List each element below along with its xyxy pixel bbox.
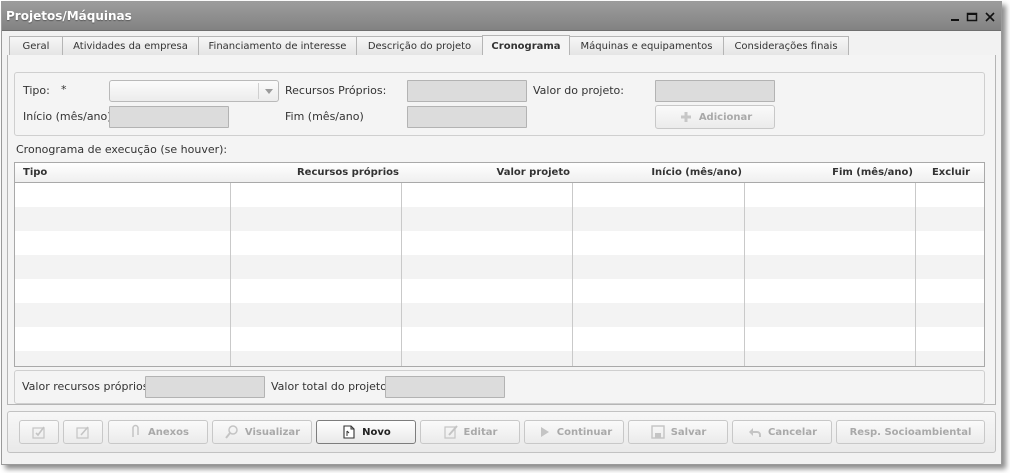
- table-row[interactable]: [15, 183, 984, 207]
- check-document-button[interactable]: [19, 420, 59, 444]
- table-header: Tipo Recursos próprios Valor projeto Iní…: [15, 163, 984, 183]
- play-icon: [536, 424, 552, 440]
- visualizar-button[interactable]: Visualizar: [212, 420, 312, 444]
- editar-button[interactable]: Editar: [420, 420, 520, 444]
- close-icon[interactable]: [983, 10, 997, 24]
- table-row[interactable]: [15, 327, 984, 351]
- new-document-icon: [341, 424, 357, 440]
- column-header-tipo[interactable]: Tipo: [21, 163, 221, 183]
- table-row[interactable]: [15, 303, 984, 327]
- column-divider: [230, 163, 231, 366]
- window-title: Projetos/Máquinas: [6, 9, 132, 23]
- cronograma-section-label: Cronograma de execução (se houver):: [16, 143, 228, 156]
- entry-form: Tipo: * Recursos Próprios: Valor do proj…: [14, 72, 985, 136]
- pencil-icon: [443, 424, 459, 440]
- plus-icon: [678, 109, 694, 125]
- minimize-icon[interactable]: [948, 10, 962, 24]
- valor-projeto-label: Valor do projeto:: [533, 84, 624, 97]
- totals-panel: Valor recursos próprios: Valor total do …: [14, 370, 985, 404]
- required-mark: *: [61, 83, 67, 96]
- tab-geral[interactable]: Geral: [9, 36, 63, 57]
- valor-total-projeto-input: [385, 376, 505, 398]
- valor-recursos-proprios-input: [145, 376, 265, 398]
- tab-descricao-do-projeto[interactable]: Descrição do projeto: [356, 36, 483, 57]
- cronograma-table: Tipo Recursos próprios Valor projeto Iní…: [14, 162, 985, 367]
- column-header-excluir[interactable]: Excluir: [916, 163, 984, 183]
- maximize-icon[interactable]: [965, 10, 979, 24]
- column-header-recursos-proprios[interactable]: Recursos próprios: [231, 163, 401, 183]
- column-divider: [401, 163, 402, 366]
- tipo-select[interactable]: [109, 80, 279, 102]
- recursos-proprios-label: Recursos Próprios:: [285, 84, 387, 97]
- fim-label: Fim (mês/ano): [285, 110, 364, 123]
- valor-projeto-input[interactable]: [655, 80, 775, 102]
- resp-socioambiental-button[interactable]: Resp. Socioambiental: [836, 420, 985, 444]
- tab-maquinas-e-equipamentos[interactable]: Máquinas e equipamentos: [569, 36, 724, 57]
- title-bar[interactable]: Projetos/Máquinas: [2, 2, 1001, 31]
- column-divider: [572, 163, 573, 366]
- recursos-proprios-input[interactable]: [407, 80, 527, 102]
- table-row[interactable]: [15, 279, 984, 303]
- paperclip-icon: [127, 424, 143, 440]
- save-icon: [650, 424, 666, 440]
- cancelar-button[interactable]: Cancelar: [732, 420, 832, 444]
- fim-input[interactable]: [407, 106, 527, 128]
- inicio-label: Início (mês/ano): [23, 110, 112, 123]
- document-check-icon: [31, 424, 47, 440]
- column-divider: [744, 163, 745, 366]
- tab-consideracoes-finais[interactable]: Considerações finais: [723, 36, 849, 57]
- valor-total-projeto-label: Valor total do projeto:: [271, 380, 391, 393]
- column-divider: [915, 163, 916, 366]
- table-row[interactable]: [15, 255, 984, 279]
- chevron-down-icon[interactable]: [258, 83, 278, 99]
- table-row[interactable]: [15, 231, 984, 255]
- undo-arrow-icon: [747, 424, 763, 440]
- action-toolbar: Anexos Visualizar Novo Editar Continuar …: [7, 411, 996, 453]
- tab-atividades-da-empresa[interactable]: Atividades da empresa: [62, 36, 199, 57]
- tab-financiamento-de-interesse[interactable]: Financiamento de interesse: [198, 36, 357, 57]
- magnifier-icon: [224, 424, 240, 440]
- column-header-fim[interactable]: Fim (mês/ano): [745, 163, 915, 183]
- edit-document-button[interactable]: [63, 420, 103, 444]
- anexos-button[interactable]: Anexos: [108, 420, 208, 444]
- column-header-valor-projeto[interactable]: Valor projeto: [402, 163, 572, 183]
- column-header-inicio[interactable]: Início (mês/ano): [573, 163, 744, 183]
- tipo-label: Tipo:: [23, 84, 50, 97]
- continuar-button[interactable]: Continuar: [524, 420, 624, 444]
- table-row[interactable]: [15, 351, 984, 366]
- document-edit-icon: [75, 424, 91, 440]
- inicio-input[interactable]: [109, 106, 229, 128]
- table-row[interactable]: [15, 207, 984, 231]
- valor-recursos-proprios-label: Valor recursos próprios:: [22, 380, 153, 393]
- salvar-button[interactable]: Salvar: [628, 420, 728, 444]
- adicionar-button[interactable]: Adicionar: [655, 105, 775, 129]
- novo-button[interactable]: Novo: [316, 420, 416, 444]
